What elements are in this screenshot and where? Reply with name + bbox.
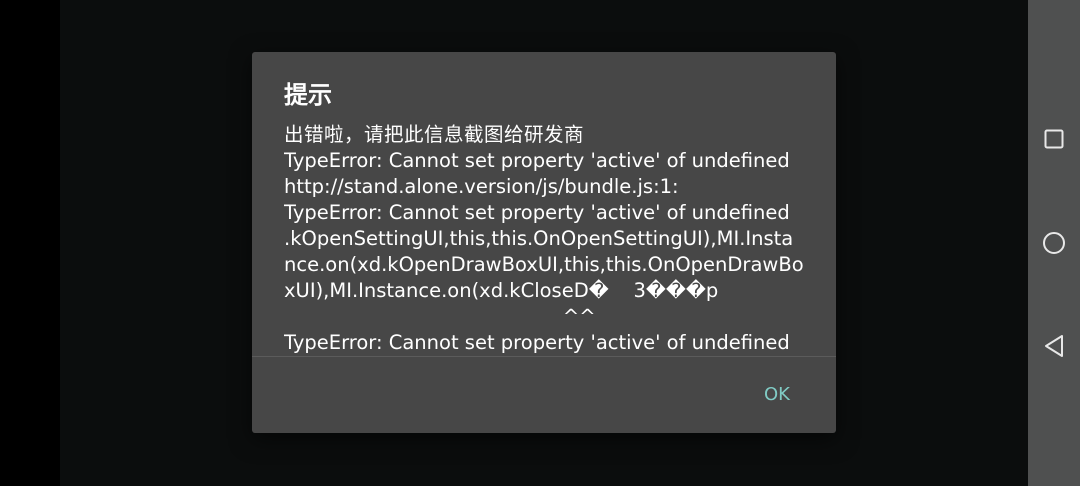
message-heading: 出错啦，请把此信息截图给研发商 [284, 123, 585, 146]
triangle-back-icon [1045, 335, 1063, 357]
left-black-strip [0, 0, 60, 486]
phone-screen: 提示 出错啦，请把此信息截图给研发商 TypeError: Cannot set… [0, 0, 1080, 486]
message-line: TypeError: Cannot set property 'active' … [284, 331, 790, 354]
message-line: nce.on(xd.kOpenDrawBoxUI,this,this.OnOpe… [284, 253, 804, 276]
message-line: TypeError: Cannot set property 'active' … [284, 149, 790, 172]
ok-button[interactable]: OK [740, 375, 814, 415]
navigation-bar [1028, 0, 1080, 486]
square-icon [1044, 129, 1064, 149]
back-button[interactable] [1034, 326, 1074, 366]
circle-icon [1043, 232, 1065, 254]
dialog-divider [252, 356, 836, 357]
error-dialog: 提示 出错啦，请把此信息截图给研发商 TypeError: Cannot set… [252, 52, 836, 433]
message-line: xUI),MI.Instance.on(xd.kCloseD� 3���p [284, 279, 719, 302]
message-line: http://stand.alone.version/js/bundle.js:… [284, 175, 679, 198]
message-line: .kOpenSettingUI,this,this.OnOpenSettingU… [284, 227, 794, 250]
dialog-title: 提示 [284, 81, 332, 109]
home-button[interactable] [1034, 223, 1074, 263]
message-line: TypeError: Cannot set property 'active' … [284, 201, 790, 224]
dialog-message[interactable]: 出错啦，请把此信息截图给研发商 TypeError: Cannot set pr… [284, 122, 814, 356]
recents-button[interactable] [1034, 119, 1074, 159]
message-line-caret: ^^ [284, 305, 596, 328]
